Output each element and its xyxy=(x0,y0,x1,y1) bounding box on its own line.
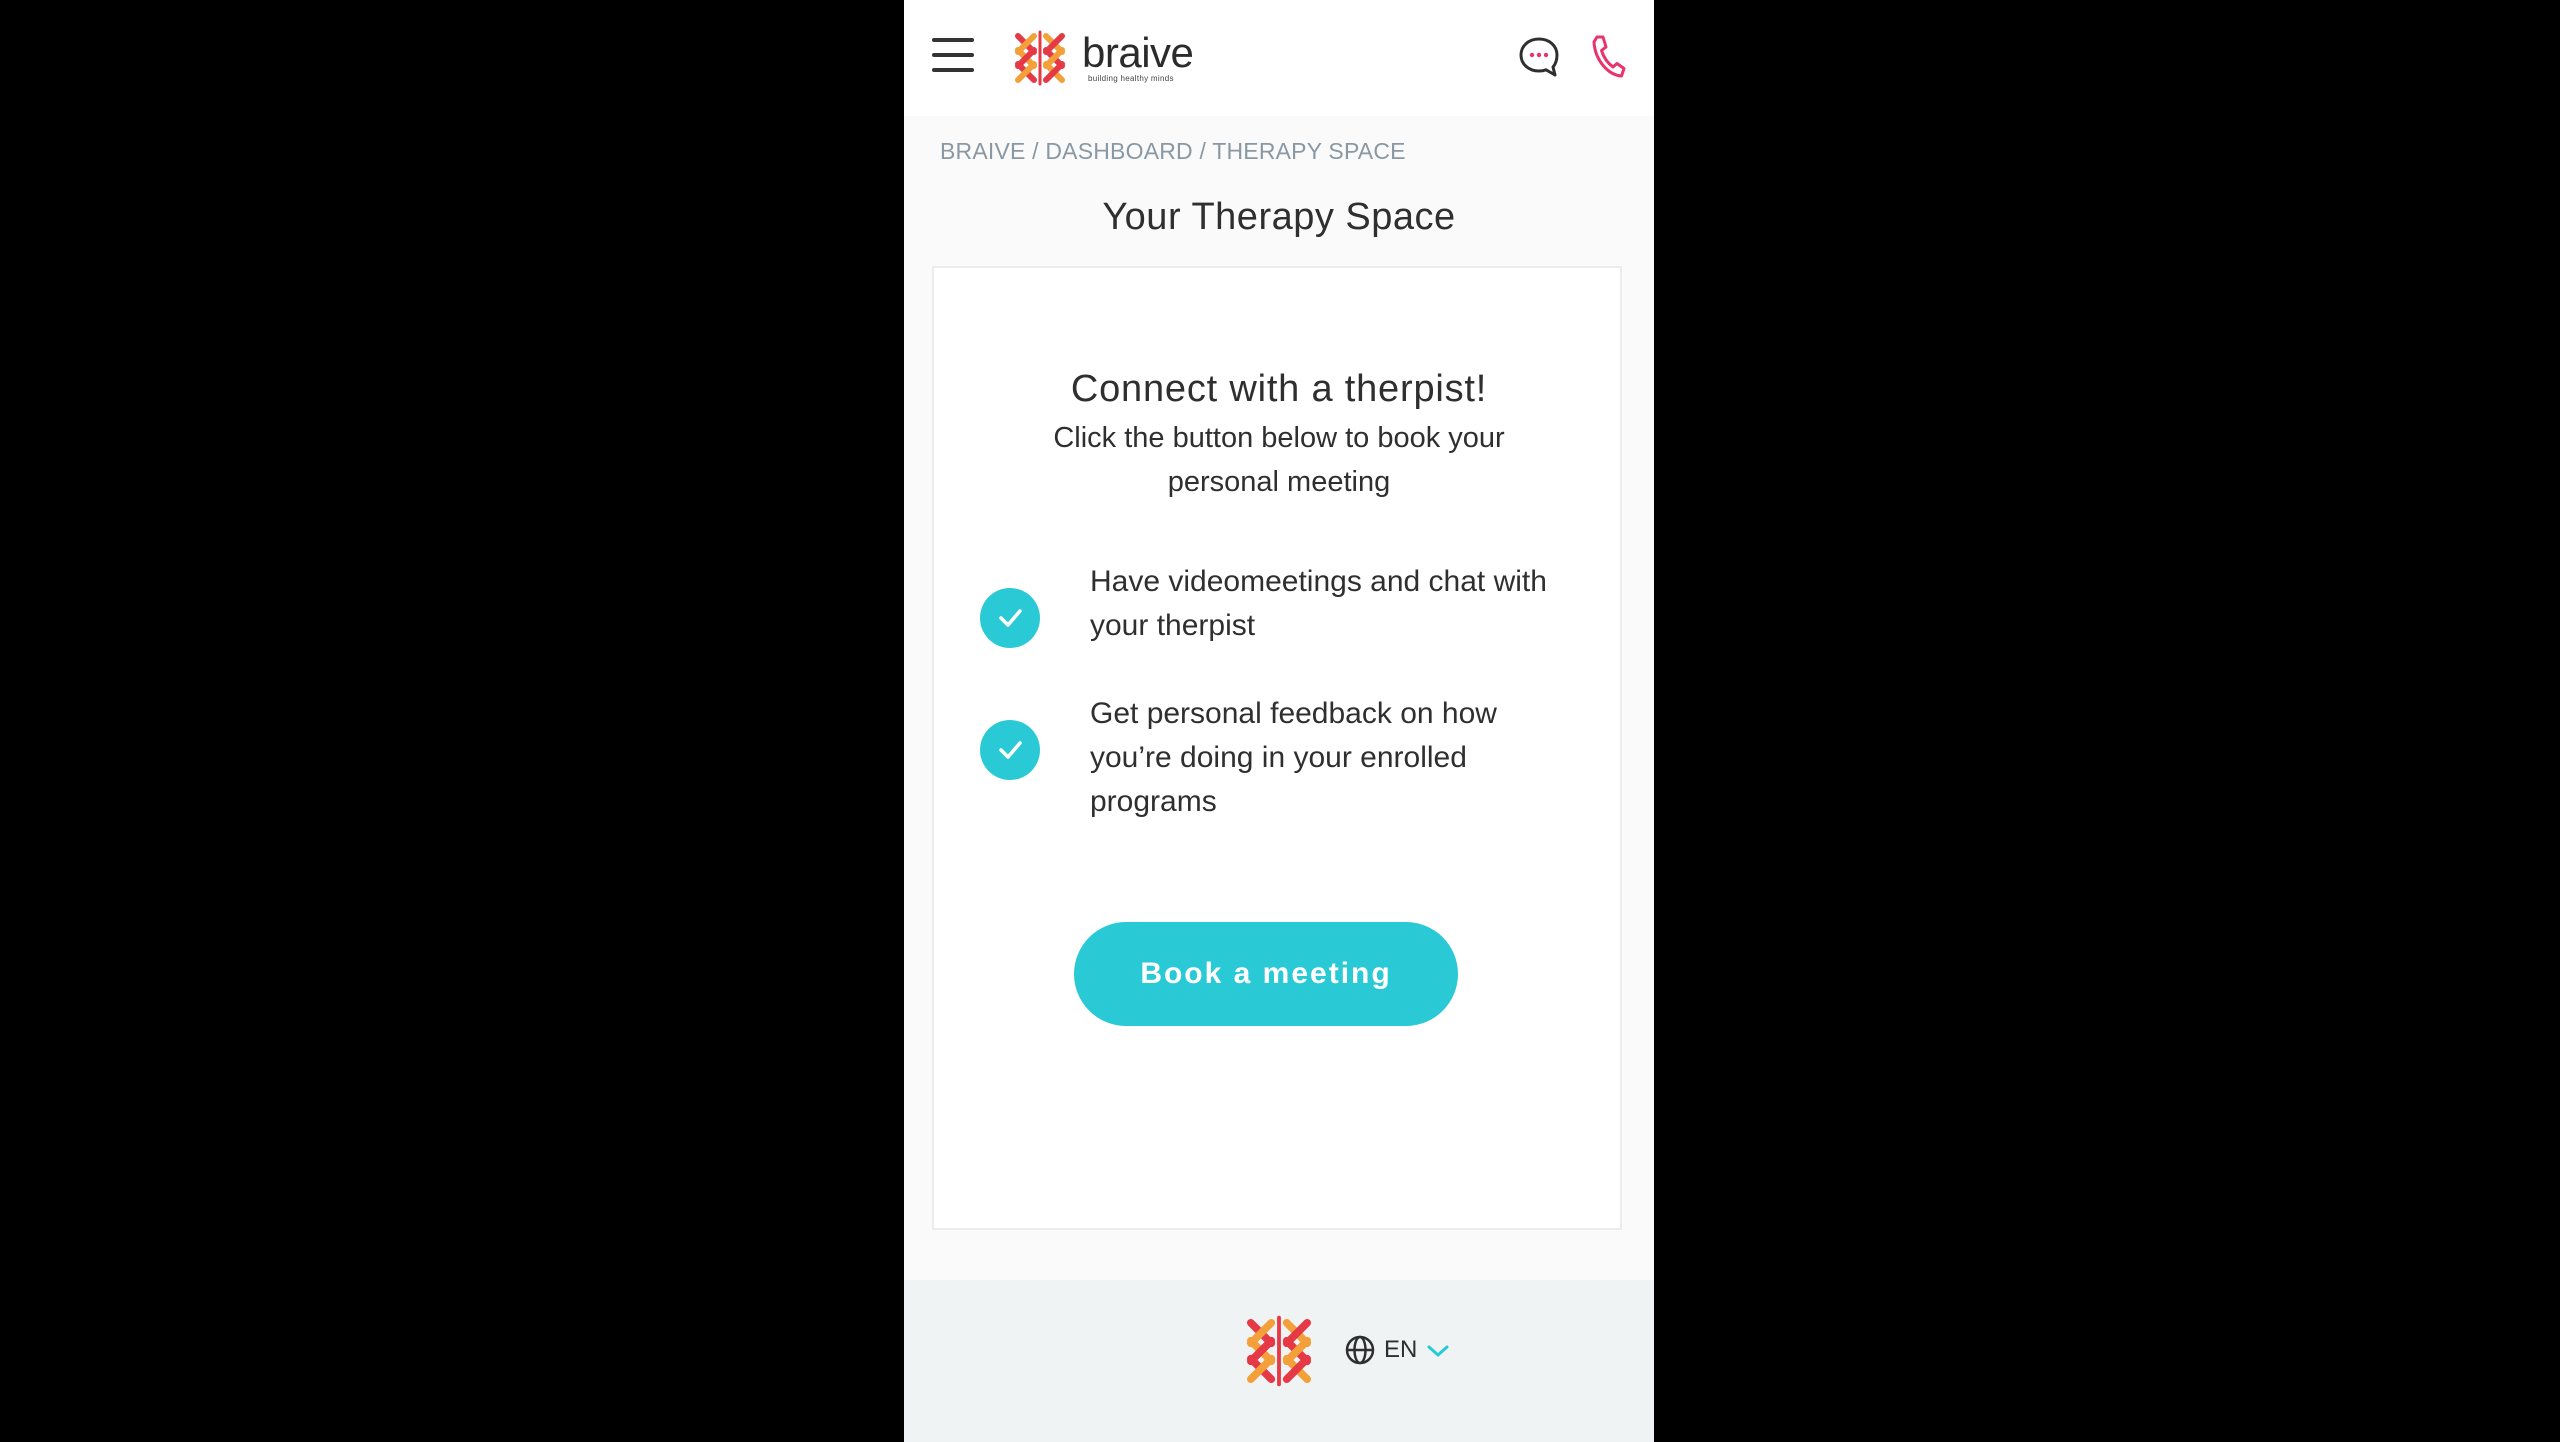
card-subtext: Click the button below to book your pers… xyxy=(1053,422,1505,498)
chevron-down-icon xyxy=(1427,1345,1449,1357)
therapist-connect-card: Connect with a therpist! Click the butto… xyxy=(932,266,1622,1230)
brand-tagline: building healthy minds xyxy=(1088,74,1174,83)
check-icon xyxy=(980,720,1040,780)
breadcrumb-separator: / xyxy=(1192,138,1213,164)
top-navigation-bar: braive building healthy minds xyxy=(904,0,1654,116)
braive-logo-mark-icon xyxy=(1015,30,1065,86)
card-heading: Connect with a therpist! xyxy=(1070,368,1488,410)
breadcrumb-separator: / xyxy=(1025,138,1046,164)
language-label: EN xyxy=(1384,1336,1418,1363)
phone-icon[interactable] xyxy=(1590,34,1626,80)
feature-text: Have videomeetings and chat with your th… xyxy=(1090,565,1547,642)
hamburger-menu-icon[interactable] xyxy=(932,36,974,76)
breadcrumb: BRAIVE / DASHBOARD / THERAPY SPACE xyxy=(940,138,1406,165)
book-meeting-button[interactable]: Book a meeting xyxy=(1074,922,1458,1026)
globe-icon xyxy=(1345,1335,1375,1365)
check-icon xyxy=(980,588,1040,648)
page-title: Your Therapy Space xyxy=(1102,196,1456,238)
breadcrumb-item-current: THERAPY SPACE xyxy=(1212,138,1406,164)
footer: EN xyxy=(904,1280,1654,1442)
mobile-viewport: braive building healthy minds BRAIVE / D… xyxy=(904,0,1654,1442)
breadcrumb-item-braive[interactable]: BRAIVE xyxy=(940,138,1026,164)
feature-text: Get personal feedback on how you’re doin… xyxy=(1090,697,1497,818)
braive-logo[interactable]: braive building healthy minds xyxy=(1008,26,1228,90)
breadcrumb-item-dashboard[interactable]: DASHBOARD xyxy=(1045,138,1193,164)
braive-footer-logo-icon[interactable] xyxy=(1238,1310,1320,1392)
chat-bubble-icon[interactable] xyxy=(1518,36,1560,78)
brand-name: braive xyxy=(1082,29,1194,76)
